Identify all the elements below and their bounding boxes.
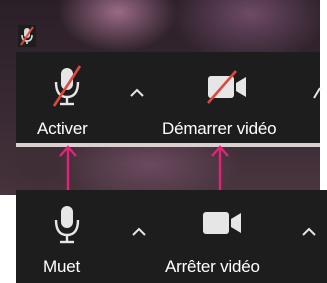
microphone-icon [54, 206, 80, 244]
unmute-button[interactable]: Activer [30, 60, 116, 144]
arrow-up-icon [211, 145, 229, 192]
video-camera-icon [203, 212, 241, 234]
video-options-caret-icon[interactable] [301, 227, 317, 237]
muted-indicator [18, 25, 36, 47]
start-video-label: Démarrer vidéo [162, 119, 277, 138]
audio-options-caret-icon[interactable] [129, 88, 145, 98]
stop-video-button[interactable]: Arrêter vidéo [165, 196, 295, 282]
start-video-button[interactable]: Démarrer vidéo [160, 60, 300, 144]
mute-label: Muet [43, 257, 80, 276]
mute-button[interactable]: Muet [30, 196, 116, 282]
stop-video-label: Arrêter vidéo [165, 257, 260, 276]
video-camera-off-icon [207, 70, 246, 104]
muted-mic-icon [20, 26, 34, 46]
microphone-muted-icon [52, 65, 82, 107]
unmute-label: Activer [37, 119, 88, 138]
video-options-caret-icon[interactable] [312, 86, 322, 100]
audio-options-caret-icon[interactable] [131, 227, 147, 237]
screenshot: Activer Démarrer vidéo Muet Arrêter vidé… [0, 0, 327, 283]
arrow-up-icon [59, 145, 77, 192]
